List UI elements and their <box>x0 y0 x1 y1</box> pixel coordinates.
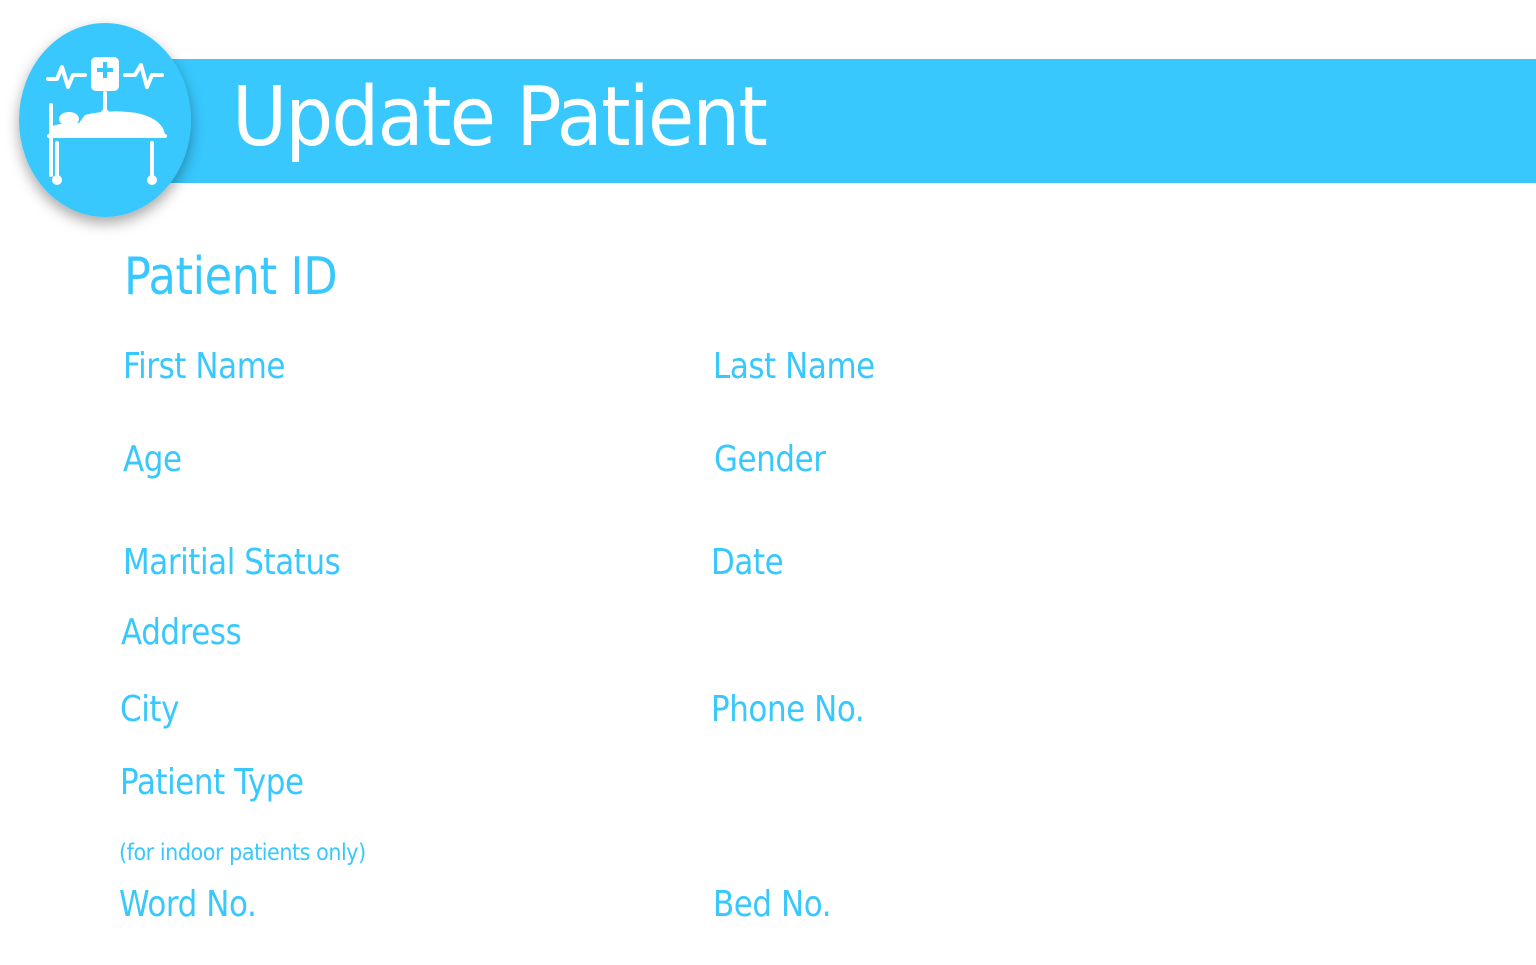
first-name-label: First Name <box>123 346 286 387</box>
page-title: Update Patient <box>232 70 768 165</box>
city-label: City <box>120 689 179 730</box>
logo-badge <box>19 23 191 217</box>
gender-label: Gender <box>714 439 826 480</box>
hospital-bed-iv-drip-icon <box>19 23 191 217</box>
indoor-note: (for indoor patients only) <box>119 840 366 866</box>
bed-no-label: Bed No. <box>713 884 832 925</box>
phone-label: Phone No. <box>711 689 865 730</box>
address-label: Address <box>121 612 242 653</box>
marital-status-label: Maritial Status <box>123 542 341 583</box>
patient-type-label: Patient Type <box>120 762 304 803</box>
date-label: Date <box>711 542 784 583</box>
age-label: Age <box>123 439 182 480</box>
last-name-label: Last Name <box>713 346 875 387</box>
patient-id-label: Patient ID <box>124 247 338 307</box>
ward-no-label: Word No. <box>119 884 257 925</box>
